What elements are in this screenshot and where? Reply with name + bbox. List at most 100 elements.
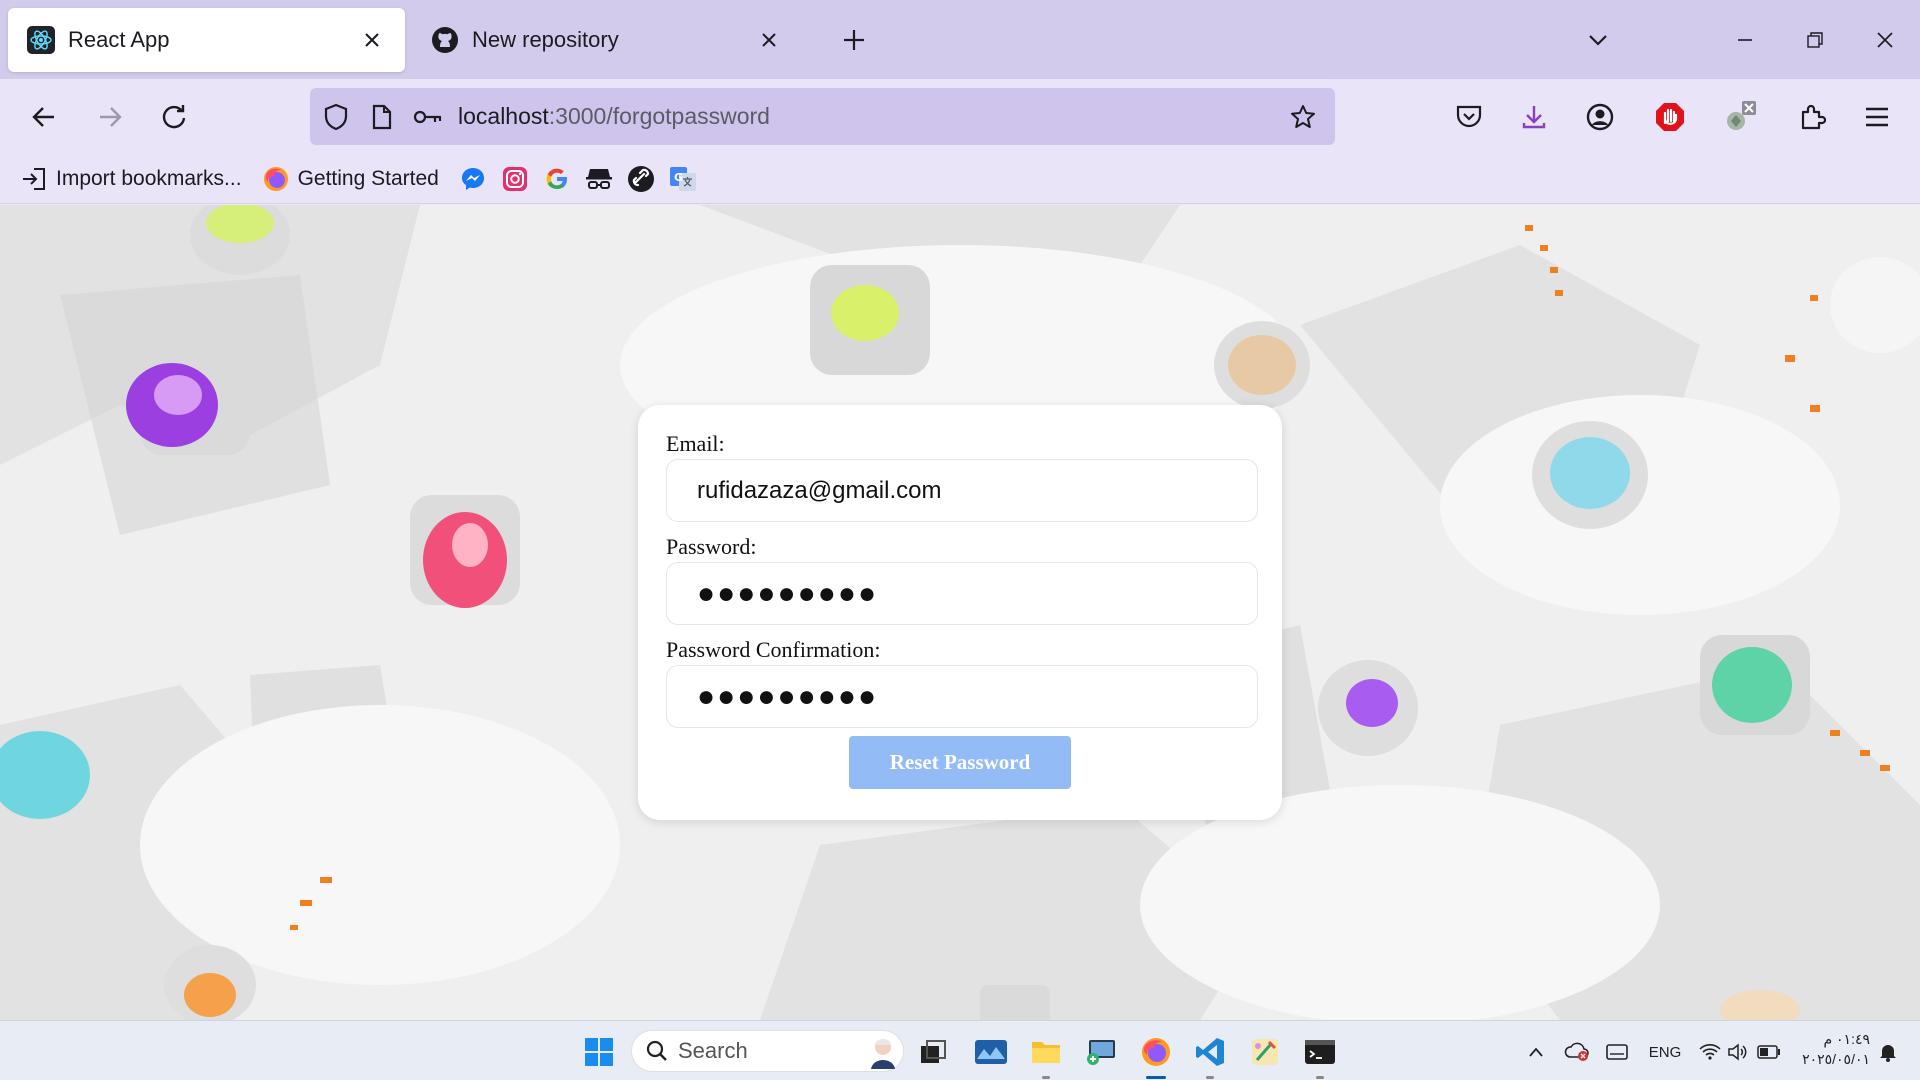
new-tab-button[interactable] [836, 22, 872, 58]
bookmark-google[interactable] [543, 165, 571, 193]
password-confirmation-input[interactable]: ●●●●●●●●● [666, 665, 1258, 728]
keyboard-icon [1606, 1044, 1628, 1060]
account-button[interactable] [1578, 95, 1622, 139]
paint-icon [1252, 1039, 1278, 1065]
back-button[interactable] [22, 95, 66, 139]
email-input[interactable]: rufidazaza@gmail.com [666, 459, 1258, 522]
bookmark-incognito[interactable] [585, 165, 613, 193]
remote-desktop-button[interactable] [1080, 1031, 1122, 1073]
ublock-extension-button[interactable] [1648, 95, 1692, 139]
forgot-password-card: Email: rufidazaza@gmail.com Password: ●●… [638, 405, 1282, 820]
windows-icon [585, 1038, 613, 1066]
downloads-button[interactable] [1512, 95, 1556, 139]
minimize-icon [1738, 38, 1752, 41]
firefox-taskbar-button[interactable] [1135, 1031, 1177, 1079]
extensions-button[interactable] [1790, 95, 1834, 139]
start-button[interactable] [578, 1031, 620, 1073]
navigation-toolbar: localhost:3000/forgotpassword [0, 79, 1920, 154]
address-bar[interactable]: localhost:3000/forgotpassword [310, 88, 1335, 145]
url-path: :3000/forgotpassword [548, 103, 770, 129]
messenger-icon [459, 165, 487, 193]
react-icon [26, 25, 56, 55]
reset-password-button[interactable]: Reset Password [849, 736, 1071, 789]
chevron-up-icon [1529, 1047, 1543, 1057]
vscode-icon [1196, 1038, 1224, 1066]
forward-button[interactable] [88, 95, 132, 139]
url-text[interactable]: localhost:3000/forgotpassword [458, 103, 1281, 130]
search-label: Search [678, 1038, 748, 1063]
link-icon [627, 165, 655, 193]
svg-text:G: G [674, 171, 683, 184]
bookmark-getting-started[interactable]: Getting Started [262, 165, 439, 193]
translate-icon: G [669, 165, 697, 193]
show-hidden-icons-button[interactable] [1524, 1034, 1548, 1070]
battery-icon [1757, 1045, 1780, 1059]
bookmark-import[interactable]: Import bookmarks... [20, 165, 242, 193]
instagram-icon [501, 165, 529, 193]
bookmark-translate[interactable]: G [669, 165, 697, 193]
taskbar: Search ENG ٠١:٤٩ م ٢٠٢٥/٠٥/٠١ [0, 1020, 1920, 1080]
window-controls [1710, 0, 1920, 79]
close-window-button[interactable] [1850, 0, 1920, 79]
stop-hand-icon [1656, 103, 1684, 131]
account-icon [1586, 103, 1614, 131]
plus-icon [844, 30, 864, 50]
widgets-button[interactable] [970, 1031, 1012, 1073]
page-content: Email: rufidazaza@gmail.com Password: ●●… [0, 205, 1920, 1020]
running-indicator [1146, 1076, 1166, 1079]
paint-button[interactable] [1244, 1031, 1286, 1073]
arrow-right-icon [100, 107, 122, 127]
tablet-tray-icon[interactable] [1602, 1034, 1632, 1070]
arrow-left-icon [32, 107, 54, 127]
taskbar-search[interactable]: Search [631, 1030, 904, 1072]
bookmark-instagram[interactable] [501, 165, 529, 193]
page-icon[interactable] [362, 97, 402, 137]
tab-new-repository[interactable]: New repository [412, 8, 802, 72]
list-all-tabs-button[interactable] [1580, 22, 1616, 58]
restore-button[interactable] [1780, 0, 1850, 79]
tab-title: React App [68, 27, 170, 52]
reload-button[interactable] [152, 95, 196, 139]
tab-react-app[interactable]: React App [8, 8, 405, 72]
remote-desktop-icon [1087, 1040, 1115, 1065]
vscode-button[interactable] [1189, 1031, 1231, 1079]
email-label: Email: [666, 431, 725, 456]
close-tab-icon[interactable] [754, 25, 784, 55]
bookmark-link[interactable] [627, 165, 655, 193]
puzzle-icon [1801, 104, 1826, 130]
pocket-button[interactable] [1447, 95, 1491, 139]
weather-widget-icon [975, 1040, 1007, 1064]
close-tab-icon[interactable] [357, 25, 387, 55]
onedrive-tray-icon[interactable] [1562, 1034, 1592, 1070]
wifi-tray-icon[interactable] [1698, 1034, 1722, 1070]
cloud-error-icon [1564, 1042, 1589, 1061]
shield-icon[interactable] [316, 97, 356, 137]
running-indicator [1206, 1076, 1214, 1079]
bookmark-star-icon[interactable] [1281, 95, 1325, 139]
minimize-button[interactable] [1710, 0, 1780, 79]
key-icon[interactable] [408, 97, 448, 137]
extension-button[interactable] [1718, 95, 1762, 139]
task-view-button[interactable] [912, 1031, 954, 1073]
hamburger-menu-icon [1866, 107, 1888, 127]
battery-tray-icon[interactable] [1756, 1034, 1782, 1070]
running-indicator [1316, 1076, 1324, 1079]
file-explorer-button[interactable] [1025, 1031, 1067, 1079]
wifi-icon [1699, 1044, 1721, 1060]
download-icon [1522, 106, 1546, 129]
puzzle-extension-icon [1727, 101, 1756, 130]
bookmark-messenger[interactable] [459, 165, 487, 193]
incognito-icon [585, 165, 613, 193]
language-indicator[interactable]: ENG [1647, 1034, 1683, 1070]
terminal-button[interactable] [1299, 1031, 1341, 1079]
menu-button[interactable] [1855, 95, 1899, 139]
password-input[interactable]: ●●●●●●●●● [666, 562, 1258, 625]
terminal-icon [1305, 1040, 1335, 1064]
bell-icon [1880, 1045, 1896, 1062]
volume-tray-icon[interactable] [1726, 1034, 1750, 1070]
search-icon [646, 1040, 667, 1061]
volume-icon [1728, 1043, 1747, 1061]
bookmarks-toolbar: Import bookmarks... Getting Started G [0, 154, 1920, 204]
notifications-button[interactable] [1876, 1034, 1900, 1070]
clock[interactable]: ٠١:٤٩ م ٢٠٢٥/٠٥/٠١ [1790, 1029, 1870, 1069]
